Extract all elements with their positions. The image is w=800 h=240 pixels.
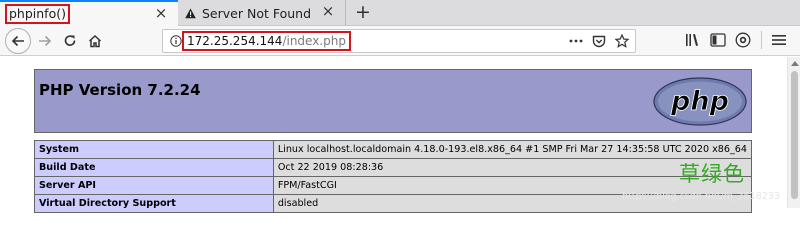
- php-logo-text: php: [670, 86, 729, 117]
- php-info-table: System Linux localhost.localdomain 4.18.…: [34, 140, 753, 213]
- page-title: PHP Version 7.2.24: [39, 81, 201, 99]
- table-key-cell: Build Date: [34, 158, 274, 177]
- url-path: /index.php: [282, 34, 346, 48]
- bookmark-star-icon[interactable]: [615, 33, 629, 49]
- back-button[interactable]: [5, 28, 31, 54]
- warning-triangle-icon: [185, 8, 196, 19]
- arrow-left-icon: [11, 35, 24, 47]
- url-host: 172.25.254.144: [187, 34, 283, 48]
- hamburger-menu-icon[interactable]: [770, 31, 788, 49]
- php-version-header: PHP Version 7.2.24 php: [34, 69, 752, 133]
- sidebar-icon[interactable]: [709, 31, 727, 49]
- table-row: System Linux localhost.localdomain 4.18.…: [34, 140, 753, 159]
- home-icon: [88, 34, 102, 48]
- url-actions: [569, 33, 629, 49]
- tab-title: phpinfo(): [5, 4, 70, 24]
- table-key-cell: Virtual Directory Support: [34, 194, 274, 213]
- page-content: PHP Version 7.2.24 php System Linux loca…: [0, 57, 800, 213]
- tab-phpinfo[interactable]: phpinfo() ×: [0, 0, 178, 26]
- forward-button[interactable]: [35, 31, 55, 51]
- home-button[interactable]: [85, 31, 105, 51]
- vertical-scrollbar[interactable]: [787, 57, 800, 208]
- scrollbar-thumb[interactable]: [791, 71, 798, 199]
- table-key-cell: Server API: [34, 176, 274, 195]
- tab-server-not-found[interactable]: Server Not Found ×: [178, 0, 346, 26]
- reload-icon: [64, 35, 76, 46]
- tab-strip: phpinfo() × Server Not Found × +: [0, 0, 800, 26]
- toolbar-divider: [761, 31, 762, 49]
- navigation-bar: 172.25.254.144/index.php: [0, 26, 800, 56]
- account-icon[interactable]: [734, 31, 752, 49]
- address-bar[interactable]: 172.25.254.144/index.php: [162, 29, 636, 53]
- page-actions-icon[interactable]: [569, 33, 583, 49]
- watermark-text: https://blog.csdn.net/m_3618233: [622, 191, 780, 202]
- table-value-cell: Linux localhost.localdomain 4.18.0-193.e…: [272, 140, 753, 159]
- reload-button[interactable]: [60, 31, 80, 51]
- arrow-right-icon: [39, 35, 52, 47]
- php-logo-icon[interactable]: php: [653, 77, 747, 126]
- url-input[interactable]: 172.25.254.144/index.php: [182, 31, 351, 51]
- close-tab-icon[interactable]: ×: [321, 4, 335, 19]
- scroll-up-arrow-icon[interactable]: [791, 61, 799, 66]
- site-info-icon[interactable]: [170, 35, 182, 47]
- new-tab-button[interactable]: +: [352, 2, 374, 24]
- table-key-cell: System: [34, 140, 274, 159]
- tab-title: Server Not Found: [202, 5, 312, 21]
- table-row: Build Date Oct 22 2019 08:28:36: [34, 158, 753, 177]
- close-tab-icon[interactable]: ×: [154, 6, 168, 21]
- toolbar-right: [677, 31, 800, 49]
- pocket-icon[interactable]: [592, 33, 606, 49]
- library-icon[interactable]: [684, 31, 702, 49]
- caption-overlay: 草绿色: [679, 162, 745, 186]
